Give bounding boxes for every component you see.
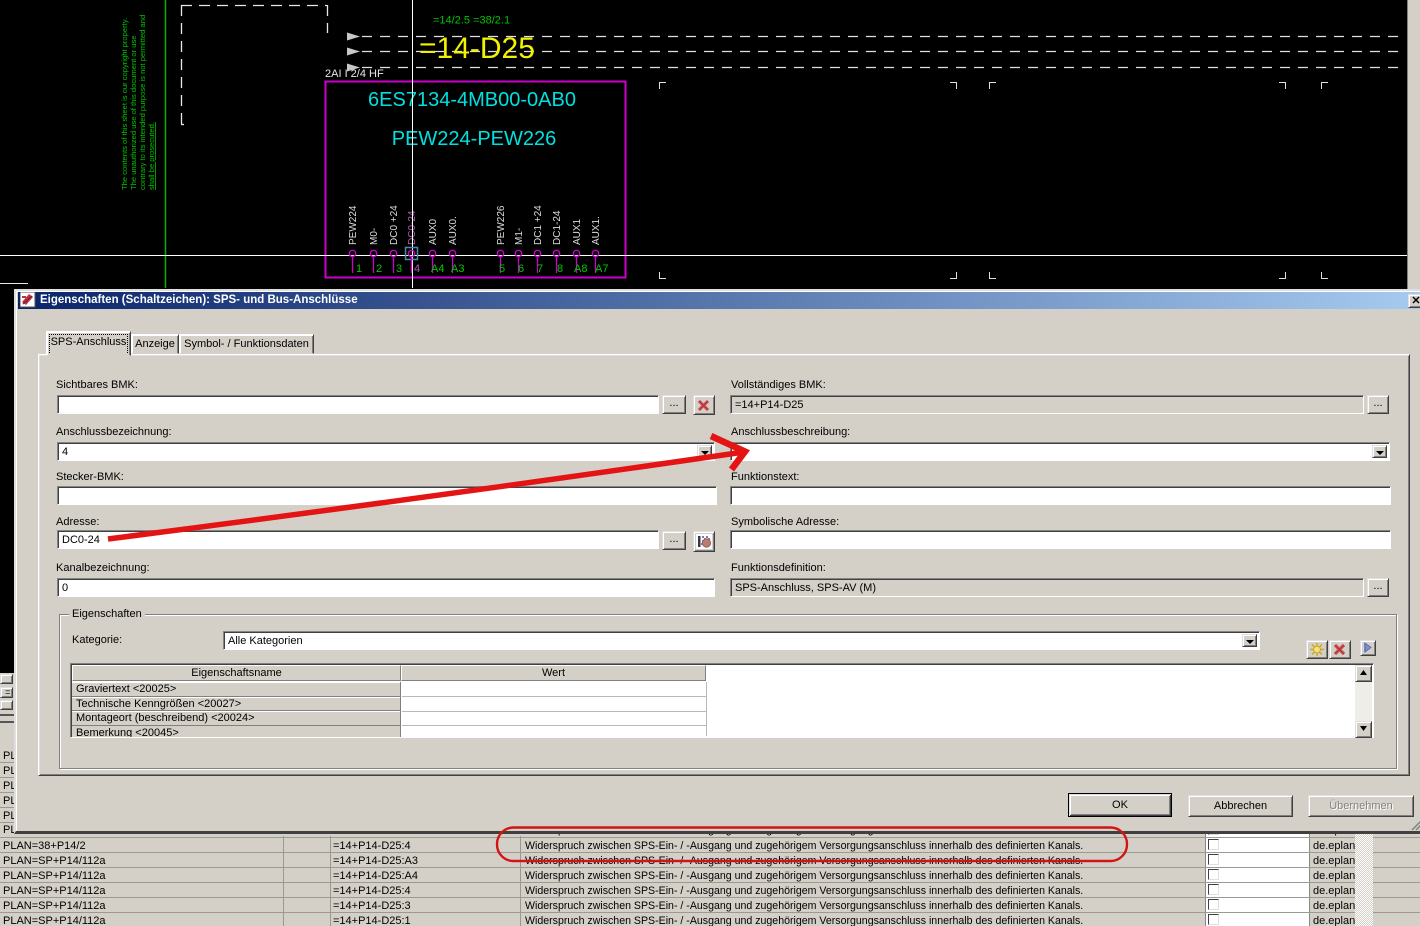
svg-text:5: 5 [499, 263, 505, 275]
svg-text:contrary to its intended purpo: contrary to its intended purpose is not … [138, 15, 147, 190]
svg-text:DC1 +24: DC1 +24 [533, 205, 544, 245]
svg-text:The contents of this sheet is: The contents of this sheet is our copyri… [120, 18, 129, 190]
svg-text:PEW224-PEW226: PEW224-PEW226 [392, 128, 557, 150]
svg-text:PEW224: PEW224 [348, 205, 359, 245]
svg-text:2AI I 2/4 HF: 2AI I 2/4 HF [325, 68, 384, 80]
svg-text:6: 6 [518, 263, 524, 275]
svg-text:AUX0: AUX0 [428, 218, 439, 245]
svg-text:A3: A3 [451, 263, 464, 275]
svg-text:DC0 +24: DC0 +24 [389, 205, 400, 245]
svg-text:6ES7134-4MB00-0AB0: 6ES7134-4MB00-0AB0 [368, 89, 576, 111]
svg-text:4: 4 [414, 263, 420, 275]
svg-text:PEW226: PEW226 [496, 205, 507, 245]
svg-text:DC1-24: DC1-24 [552, 210, 563, 245]
svg-text:2: 2 [376, 263, 382, 275]
svg-text:M0-: M0- [369, 228, 380, 245]
svg-text:AUX1: AUX1 [572, 218, 583, 245]
svg-text:The unauthorized use of this d: The unauthorized use of this document or… [129, 35, 138, 190]
svg-text:=14/2.5 =38/2.1: =14/2.5 =38/2.1 [433, 15, 510, 27]
svg-text:=14-D25: =14-D25 [419, 32, 535, 65]
svg-text:A4: A4 [431, 263, 444, 275]
svg-text:3: 3 [396, 263, 402, 275]
svg-text:7: 7 [537, 263, 543, 275]
svg-text:AUX0.: AUX0. [448, 216, 459, 245]
svg-text:M1-: M1- [514, 228, 525, 245]
svg-text:shall be prosecuted.: shall be prosecuted. [147, 122, 156, 190]
svg-text:A7: A7 [595, 263, 608, 275]
svg-text:A8: A8 [574, 263, 587, 275]
svg-text:1: 1 [356, 263, 362, 275]
svg-text:AUX1.: AUX1. [591, 216, 602, 245]
svg-text:8: 8 [557, 263, 563, 275]
